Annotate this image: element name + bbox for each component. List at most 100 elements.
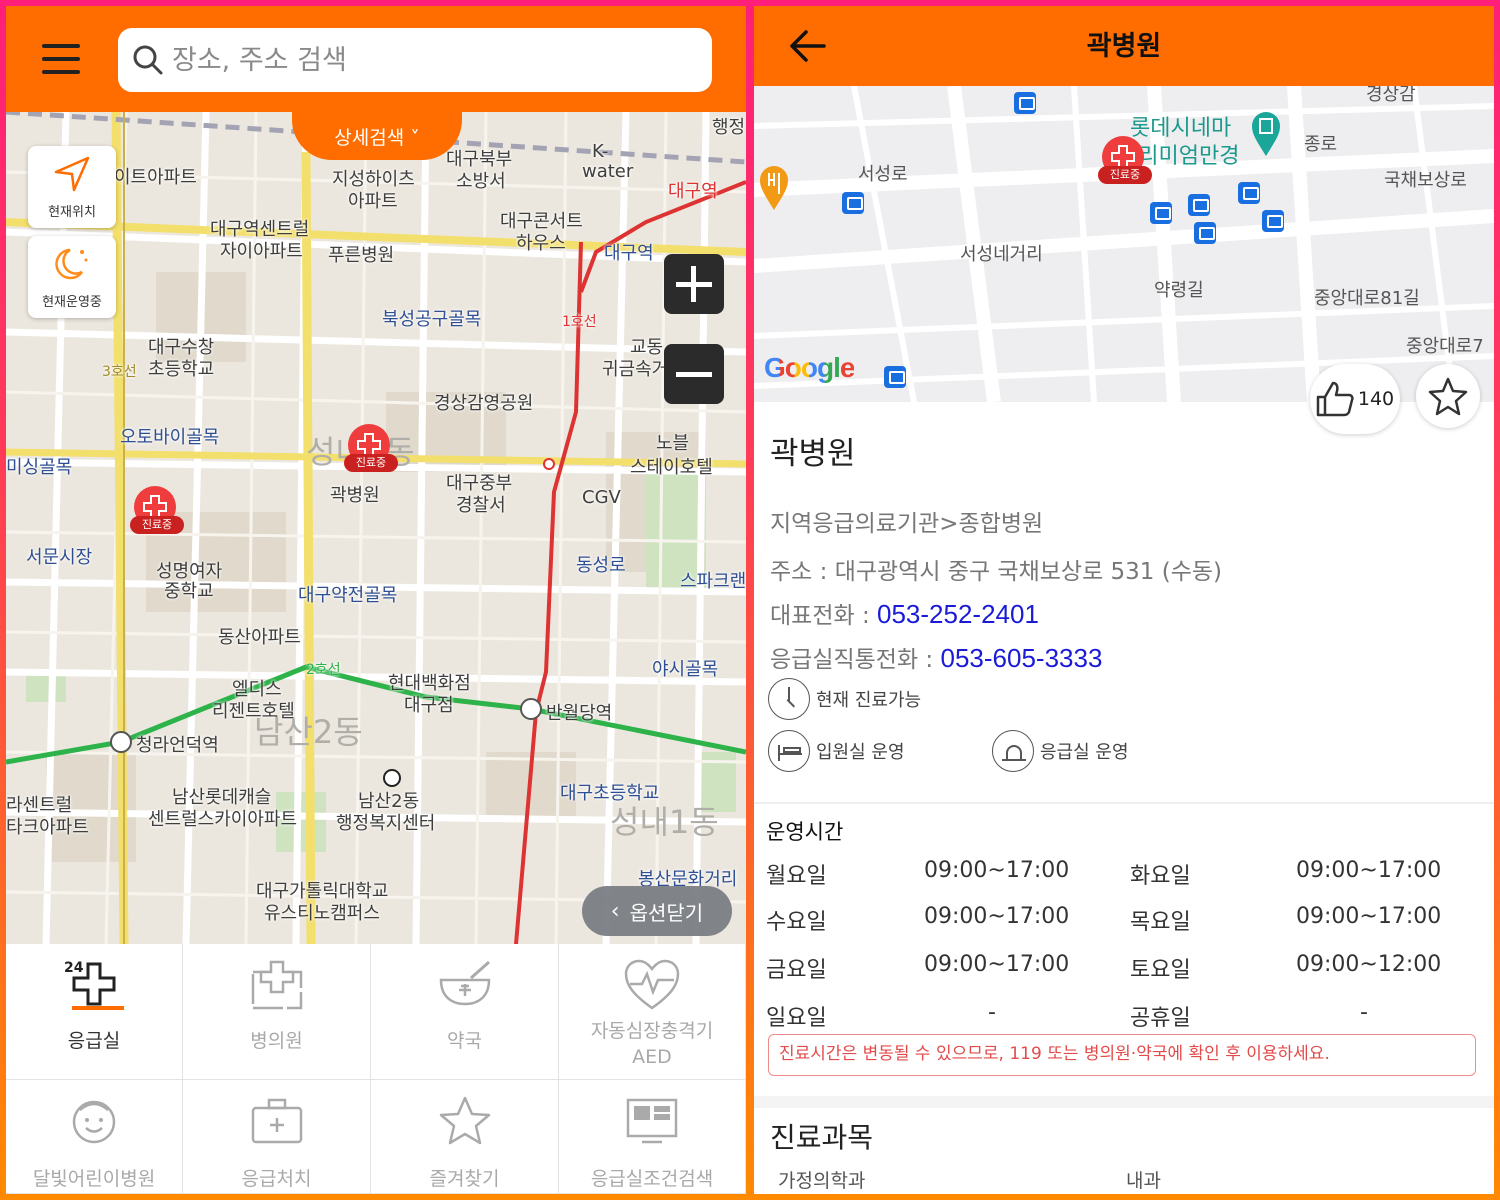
google-logo: Google (764, 352, 855, 383)
hours-row: 수요일 09:00~17:00 목요일 09:00~17:00 (766, 904, 1442, 935)
map-label: 경상감 (1366, 86, 1416, 105)
monitor-icon (626, 1098, 678, 1144)
map-label: 스파크랜 (680, 571, 746, 592)
map-label: 대구점 (404, 695, 454, 716)
like-button[interactable]: 140 (1310, 364, 1400, 434)
category-favorites[interactable]: 즐겨찾기 (371, 1080, 559, 1194)
er-phone: 응급실직통전화 : 053-605-3333 (770, 643, 1103, 673)
er-phone-link[interactable]: 053-605-3333 (941, 643, 1103, 673)
close-options-button[interactable]: ‹ 옵션닫기 (582, 886, 732, 936)
search-icon (133, 45, 163, 75)
bus-stop-icon (884, 366, 906, 388)
map-label: 대구역 (668, 181, 718, 202)
category-er-condition-search[interactable]: 응급실조건검색 (559, 1080, 746, 1194)
bed-icon (768, 730, 810, 772)
bus-stop-icon (842, 192, 864, 214)
top-bar: 곽병원 (754, 6, 1494, 86)
category-pharmacy[interactable]: 약국 (371, 944, 559, 1080)
map-label: 센트럴스카이아파트 (148, 809, 298, 830)
hospital-marker[interactable]: 진료중 (1098, 136, 1152, 188)
map-label: 푸른병원 (328, 245, 395, 266)
map-label: 대구가톨릭대학교 (256, 881, 389, 902)
hours-row: 일요일 - 공휴일 - (766, 1000, 1368, 1031)
favorite-button[interactable] (1416, 364, 1480, 428)
category-label: 달빛어린이병원 (32, 1168, 156, 1190)
map-label: 미싱골목 (6, 457, 73, 478)
bus-stop-icon (1150, 202, 1172, 224)
heart-pulse-icon (624, 959, 680, 1010)
hospital-category: 지역응급의료기관>종합병원 (770, 511, 1044, 537)
category-grid: 24 응급실 병의원 약국 자동심장충격기 AED 달빛어린이병원 응급처치 즐… (6, 944, 746, 1194)
restaurant-icon (760, 166, 788, 210)
child-face-icon (72, 1100, 116, 1144)
map-label: 2호선 (306, 662, 341, 678)
map-label: 중앙대로81길 (1314, 288, 1420, 309)
map-label: 경찰서 (456, 495, 506, 516)
hours-row: 월요일 09:00~17:00 화요일 09:00~17:00 (766, 858, 1442, 889)
category-aed[interactable]: 자동심장충격기 AED (559, 944, 746, 1080)
svg-text:24: 24 (64, 960, 84, 976)
map-label: 라센트럴 (6, 795, 73, 816)
current-location-button[interactable]: 현재위치 (28, 146, 116, 228)
map-label: 행정복지센터 (336, 813, 436, 834)
zoom-out-button[interactable] (664, 344, 724, 404)
map-label: 유스티노캠퍼스 (264, 903, 380, 924)
map-label: 아파트 (348, 191, 398, 212)
location-map[interactable]: 롯데시네마 프리미엄만경 서성로 서성네거리 약령길 국채보상로 중앙대로81길… (754, 86, 1494, 402)
menu-icon[interactable] (42, 42, 80, 76)
map-label: 곽병원 (330, 485, 380, 506)
cinema-icon (1252, 112, 1280, 156)
zoom-in-button[interactable] (664, 254, 724, 314)
hours-notice: 진료시간은 변동될 수 있으므로, 119 또는 병의원·약국에 확인 후 이용… (768, 1034, 1476, 1076)
first-aid-kit-icon (251, 1098, 302, 1144)
detail-search-tab[interactable]: 상세검색 ˅ (292, 112, 462, 160)
department-item: 가정의학과 (778, 1170, 866, 1192)
map-label: 소방서 (456, 171, 506, 192)
category-label: 병의원 (250, 1030, 303, 1052)
map-label: 남산2동 (358, 791, 420, 812)
category-moonlight-childrens[interactable]: 달빛어린이병원 (6, 1080, 183, 1194)
search-box[interactable] (118, 28, 712, 92)
map-label: 지성하이츠 (332, 169, 415, 190)
map-label: 반월당역 (546, 703, 613, 724)
map-label: 청라언덕역 (136, 735, 219, 756)
main-phone-link[interactable]: 053-252-2401 (877, 599, 1039, 629)
open-now-button[interactable]: 현재운영중 (28, 236, 116, 318)
category-label: 즐겨찾기 (429, 1168, 500, 1190)
hospital-marker[interactable]: 진료중 (344, 424, 398, 476)
bus-stop-icon (1014, 92, 1036, 114)
category-emergency-room[interactable]: 24 응급실 (6, 944, 183, 1080)
category-label: 약국 (447, 1030, 482, 1052)
map-label: 대구중부 (446, 473, 513, 494)
departments-title: 진료과목 (770, 1121, 874, 1154)
bus-stop-icon (1188, 194, 1210, 216)
map-label: 중앙대로7 (1406, 336, 1484, 357)
map-label: 대구초등학교 (560, 783, 660, 804)
map-label: 대구수창 (148, 337, 215, 358)
mortar-pestle-icon (439, 960, 490, 1006)
map-label: 대구콘서트 (500, 211, 583, 232)
map-label: 동산아파트 (218, 627, 301, 648)
navigation-arrow-icon (54, 156, 90, 192)
search-input[interactable] (172, 40, 692, 80)
category-clinic[interactable]: 병의원 (183, 944, 371, 1080)
active-indicator (72, 1006, 124, 1010)
map-label: 대구역 (604, 243, 654, 264)
map-label: K- (592, 141, 609, 162)
map-label: 서문시장 (26, 547, 93, 568)
map-label: 대구약전골목 (298, 585, 398, 606)
hospital-name: 곽병원 (770, 436, 856, 472)
map-label: 남산롯데캐슬 (172, 787, 272, 808)
category-first-aid[interactable]: 응급처치 (183, 1080, 371, 1194)
map-label: 서성네거리 (960, 244, 1043, 265)
map-label: 3호선 (102, 364, 137, 380)
map-view[interactable]: 대구역센트럴 자이아파트 지성하이츠 아파트 푸른병원 대구북부 소방서 K- … (6, 112, 746, 944)
map-label: 행정 (712, 117, 746, 138)
map-label: water (582, 161, 634, 182)
map-label: 엘디스 (232, 679, 282, 700)
hospital-marker[interactable]: 진료중 (130, 486, 184, 538)
hospital-detail-screen: 곽병원 롯데시네마 프리미엄만경 서성로 서성네거리 약령길 국채보상로 중앙대… (754, 6, 1494, 1194)
map-label: 이트아파트 (114, 167, 197, 188)
map-label: 대구북부 (446, 149, 513, 170)
map-label: 서성로 (858, 164, 908, 185)
